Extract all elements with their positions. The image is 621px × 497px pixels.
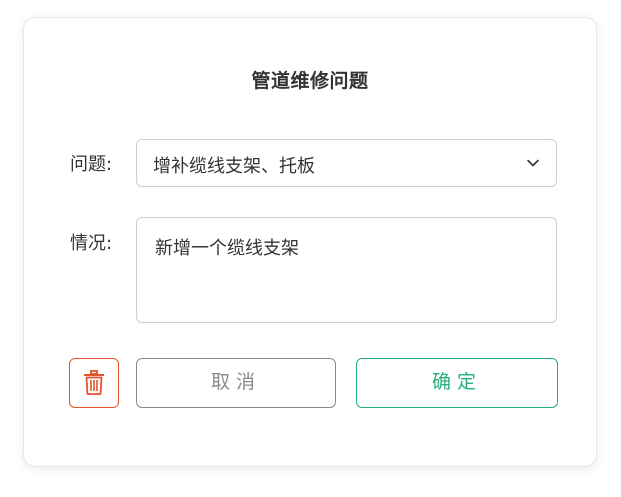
maintenance-issue-dialog: 管道维修问题 问题: 增补缆线支架、托板 情况: 新增一个缆线支架 取消 确定: [23, 17, 597, 467]
trash-icon: [84, 370, 104, 395]
chevron-down-icon: [527, 159, 539, 167]
confirm-button[interactable]: 确定: [356, 358, 558, 408]
delete-button[interactable]: [69, 358, 119, 408]
description-textarea[interactable]: 新增一个缆线支架: [136, 217, 557, 323]
issue-select[interactable]: 增补缆线支架、托板: [136, 139, 557, 187]
description-label: 情况:: [70, 233, 113, 254]
issue-label: 问题:: [70, 154, 113, 175]
cancel-button[interactable]: 取消: [136, 358, 336, 408]
dialog-title: 管道维修问题: [251, 70, 369, 92]
issue-select-value: 增补缆线支架、托板: [153, 156, 315, 177]
